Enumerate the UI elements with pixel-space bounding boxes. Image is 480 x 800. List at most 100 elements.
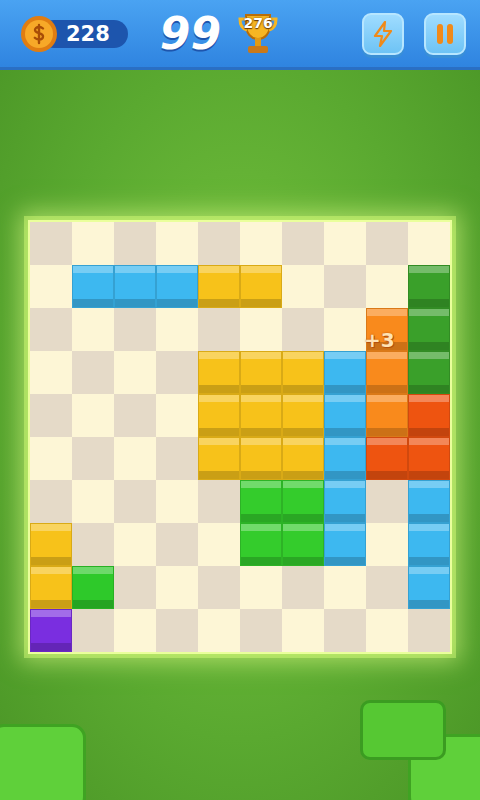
board-cell	[156, 222, 198, 265]
board-cell	[156, 609, 198, 652]
board-block	[30, 523, 72, 566]
board-cell	[72, 523, 114, 566]
board-cell	[282, 566, 324, 609]
board-cell	[240, 222, 282, 265]
board-cell	[156, 437, 198, 480]
board-cell	[72, 394, 114, 437]
board-block	[72, 265, 114, 308]
points-popup: +3	[364, 328, 395, 352]
board-block	[366, 351, 408, 394]
board-block	[156, 265, 198, 308]
board-cell	[282, 222, 324, 265]
board-cell	[156, 566, 198, 609]
board-block	[408, 566, 450, 609]
board-block	[408, 437, 450, 480]
best-score-value: 276	[233, 15, 283, 31]
board-cell	[240, 566, 282, 609]
board-block	[30, 566, 72, 609]
board-block	[282, 394, 324, 437]
board-cell	[198, 480, 240, 523]
board-block	[198, 437, 240, 480]
board-cell	[72, 480, 114, 523]
board-block	[240, 351, 282, 394]
board-cell	[114, 222, 156, 265]
board-cell	[366, 523, 408, 566]
board-block	[408, 308, 450, 351]
board-cell	[114, 394, 156, 437]
board-cell	[30, 222, 72, 265]
board-block	[324, 480, 366, 523]
coin-counter: 228	[20, 15, 128, 53]
board-cell	[324, 222, 366, 265]
board-block	[408, 351, 450, 394]
board-block	[240, 480, 282, 523]
board-block	[282, 351, 324, 394]
board-block	[282, 480, 324, 523]
board-cell	[366, 222, 408, 265]
board-cell	[114, 480, 156, 523]
board-cell	[408, 609, 450, 652]
board-cell	[324, 566, 366, 609]
board-block	[408, 480, 450, 523]
board-cell	[72, 437, 114, 480]
board-block	[324, 437, 366, 480]
boost-button[interactable]	[362, 13, 404, 55]
board-cell	[198, 523, 240, 566]
board-cell	[72, 308, 114, 351]
board-cell	[30, 480, 72, 523]
board-block	[72, 566, 114, 609]
board-cell	[366, 566, 408, 609]
board-cell	[366, 480, 408, 523]
board-block	[366, 437, 408, 480]
board-cell	[72, 609, 114, 652]
board-cell	[114, 566, 156, 609]
board-cell	[198, 609, 240, 652]
board-cell	[72, 222, 114, 265]
board-block	[324, 523, 366, 566]
board-block	[240, 265, 282, 308]
game-screen: 228 99 276 +3	[0, 0, 480, 800]
tree-decoration	[360, 700, 446, 760]
lightning-icon	[372, 21, 394, 47]
board-block	[240, 523, 282, 566]
board-block	[30, 609, 72, 652]
coin-icon	[20, 15, 58, 53]
board-cell	[114, 308, 156, 351]
board-cell	[282, 265, 324, 308]
board-cell	[30, 351, 72, 394]
board-cell	[114, 437, 156, 480]
board-cell	[156, 523, 198, 566]
board-cell	[30, 308, 72, 351]
board-cell	[30, 265, 72, 308]
board-block	[324, 351, 366, 394]
board-cell	[324, 308, 366, 351]
board-cell	[156, 308, 198, 351]
game-board: +3	[28, 220, 452, 654]
board-cell	[198, 222, 240, 265]
board-block	[240, 437, 282, 480]
board-cell	[114, 351, 156, 394]
board-cell	[114, 523, 156, 566]
board-cell	[282, 609, 324, 652]
board-block	[198, 265, 240, 308]
bush-decoration	[0, 724, 86, 800]
board-cell	[198, 308, 240, 351]
board-cell	[366, 609, 408, 652]
board-cell	[198, 566, 240, 609]
pause-icon	[434, 22, 456, 46]
best-score: 276	[237, 11, 279, 57]
board-cell	[324, 609, 366, 652]
board-cell	[114, 609, 156, 652]
board-block	[282, 437, 324, 480]
board-block	[198, 394, 240, 437]
board-block	[114, 265, 156, 308]
board-block	[408, 523, 450, 566]
board-block	[408, 265, 450, 308]
top-bar: 228 99 276	[0, 0, 480, 70]
pause-button[interactable]	[424, 13, 466, 55]
board-cell	[156, 394, 198, 437]
board-block	[366, 394, 408, 437]
board-cell	[156, 351, 198, 394]
play-field: +3	[0, 70, 480, 800]
board-cell	[156, 480, 198, 523]
